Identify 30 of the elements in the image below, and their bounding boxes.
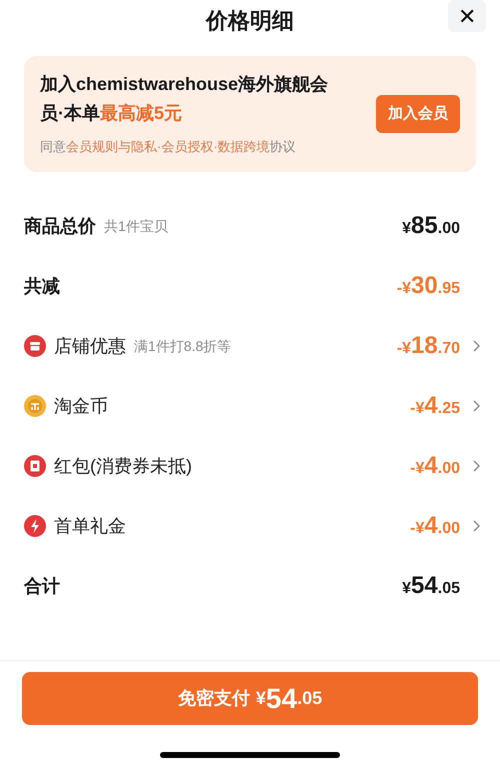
row-label: 合计 [24, 574, 60, 598]
close-button[interactable]: ✕ [448, 0, 486, 32]
row-label: 共减 [24, 274, 60, 298]
chevron-right-icon[interactable] [473, 460, 480, 472]
chevron-right-icon[interactable] [473, 340, 480, 352]
amount: -¥4.00 [410, 451, 460, 481]
amount: ¥85.00 [402, 211, 460, 241]
envelope-icon [24, 455, 46, 477]
lightning-icon [24, 515, 46, 537]
store-icon [24, 335, 46, 357]
pay-button[interactable]: 免密支付 ¥54.05 [22, 672, 478, 725]
chevron-right-icon[interactable] [473, 400, 480, 412]
row-label: 红包(消费券未抵) [54, 454, 192, 478]
sheet-title: 价格明细 [206, 6, 294, 34]
amount: -¥4.25 [410, 391, 460, 421]
amount: -¥30.95 [396, 271, 460, 301]
amount: -¥18.70 [396, 331, 460, 361]
row-label: 首单礼金 [54, 514, 126, 538]
join-button[interactable]: 加入会员 [376, 94, 460, 134]
row-label: 商品总价 [24, 214, 96, 238]
agreement-text: 同意会员规则与隐私·会员授权·数据跨境协议 [40, 138, 297, 156]
row-label: 店铺优惠 [54, 334, 126, 358]
row-note: 满1件打8.8折等 [134, 336, 232, 356]
row-note: 共1件宝贝 [104, 216, 168, 236]
row-label: 淘金币 [54, 394, 108, 418]
promo-title: 加入chemistwarehouse海外旗舰会员·本单最高减5元 [40, 73, 330, 125]
amount: -¥4.00 [410, 511, 460, 541]
amount: ¥54.05 [402, 571, 460, 601]
coin-icon [24, 395, 46, 417]
chevron-right-icon[interactable] [473, 520, 480, 532]
